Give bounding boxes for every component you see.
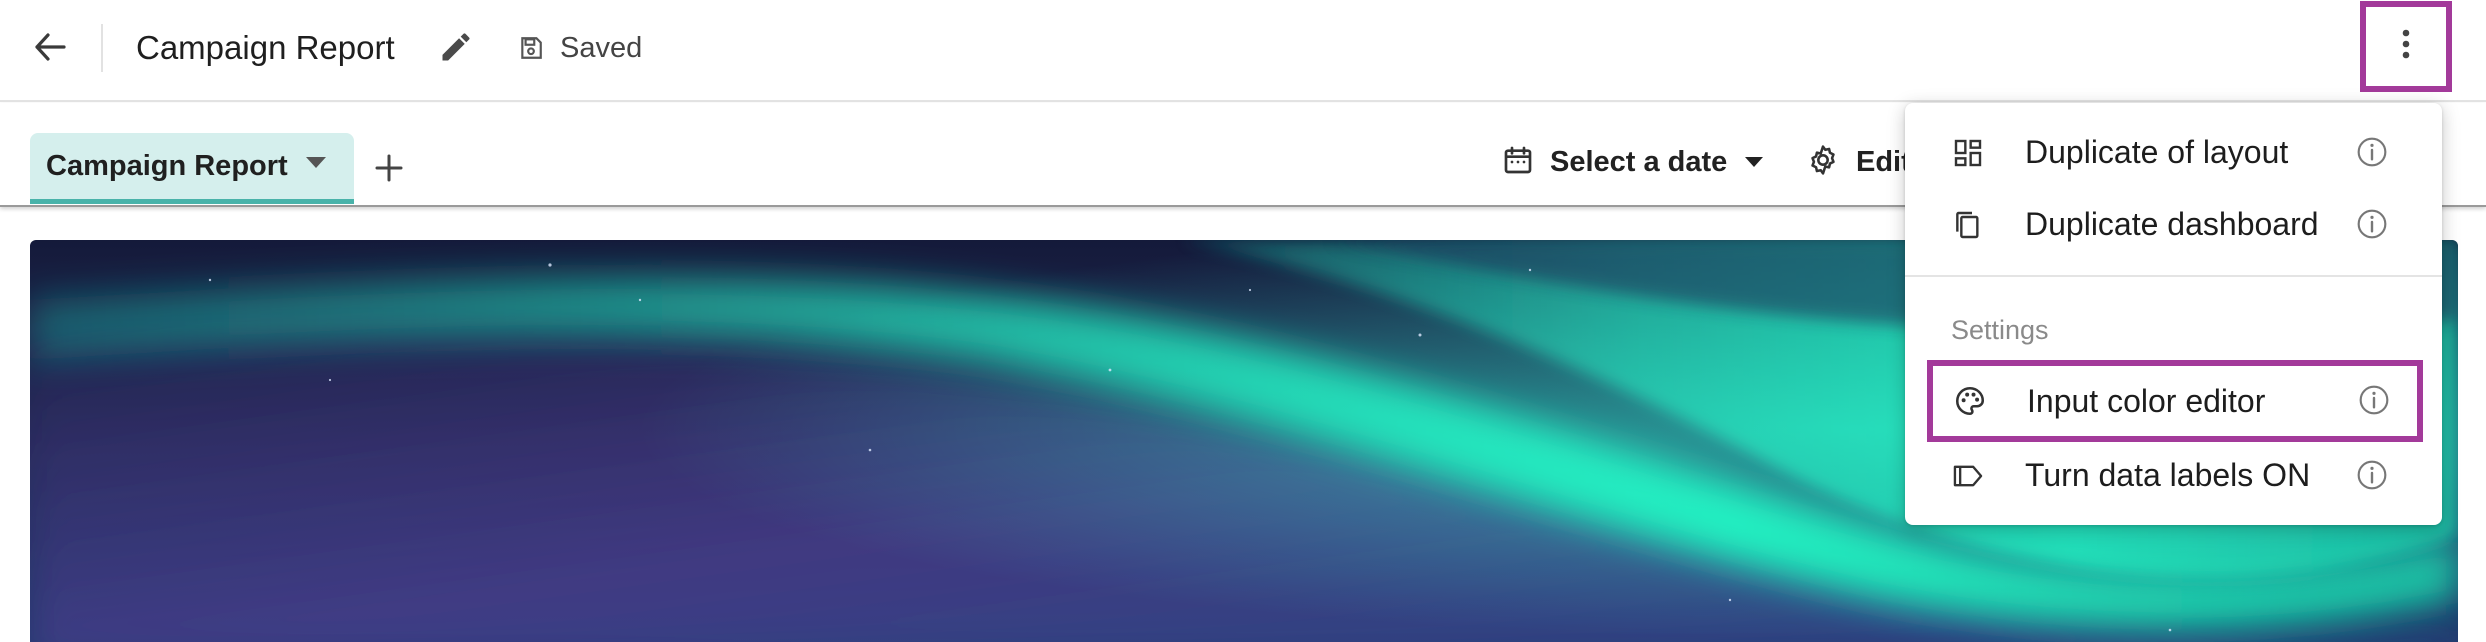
menu-item-duplicate-dashboard[interactable]: Duplicate dashboard	[1905, 189, 2442, 259]
tab-campaign-report[interactable]: Campaign Report	[30, 133, 354, 204]
add-tab-button[interactable]	[366, 147, 412, 193]
pencil-icon	[438, 29, 474, 70]
save-status-text: Saved	[560, 31, 643, 64]
menu-item-label: Turn data labels ON	[2025, 457, 2311, 493]
divider	[101, 24, 103, 72]
tab-label: Campaign Report	[46, 149, 288, 182]
label-icon	[1951, 459, 1985, 493]
date-picker-button[interactable]: Select a date	[1502, 137, 1764, 187]
menu-item-duplicate-layout[interactable]: Duplicate of layout	[1905, 117, 2442, 187]
info-icon[interactable]	[2355, 458, 2389, 492]
info-icon[interactable]	[2357, 383, 2391, 417]
more-options-button[interactable]	[2360, 1, 2452, 92]
edit-settings-button[interactable]: Edit	[1806, 137, 1911, 187]
date-picker-label: Select a date	[1550, 145, 1728, 178]
menu-item-label: Duplicate dashboard	[2025, 206, 2319, 242]
menu-item-label: Duplicate of layout	[2025, 134, 2289, 170]
calendar-icon	[1502, 144, 1534, 181]
menu-divider	[1905, 275, 2442, 277]
menu-item-label: Input color editor	[2027, 383, 2266, 419]
save-icon	[516, 33, 546, 63]
more-vertical-icon	[2401, 29, 2411, 64]
info-icon[interactable]	[2355, 207, 2389, 241]
menu-item-input-color-editor[interactable]: Input color editor	[1927, 360, 2423, 442]
page-title: Campaign Report	[136, 29, 395, 66]
chevron-down-icon[interactable]	[306, 157, 326, 168]
edit-title-button[interactable]	[432, 24, 480, 74]
copy-icon	[1951, 208, 1985, 242]
edit-settings-label: Edit	[1856, 145, 1911, 178]
palette-icon	[1953, 384, 1987, 418]
gear-icon	[1806, 143, 1840, 182]
info-icon[interactable]	[2355, 135, 2389, 169]
back-button[interactable]	[22, 24, 78, 74]
menu-section-label: Settings	[1951, 315, 2049, 345]
top-bar: Campaign Report Saved	[0, 0, 2486, 102]
more-options-menu: Duplicate of layout Duplicate dashboard …	[1905, 103, 2442, 525]
layout-icon	[1951, 136, 1985, 170]
save-status: Saved	[516, 28, 642, 68]
menu-item-turn-data-labels-on[interactable]: Turn data labels ON	[1905, 440, 2442, 510]
arrow-left-icon	[34, 32, 66, 67]
plus-icon	[374, 153, 404, 188]
chevron-down-icon	[1745, 157, 1764, 167]
